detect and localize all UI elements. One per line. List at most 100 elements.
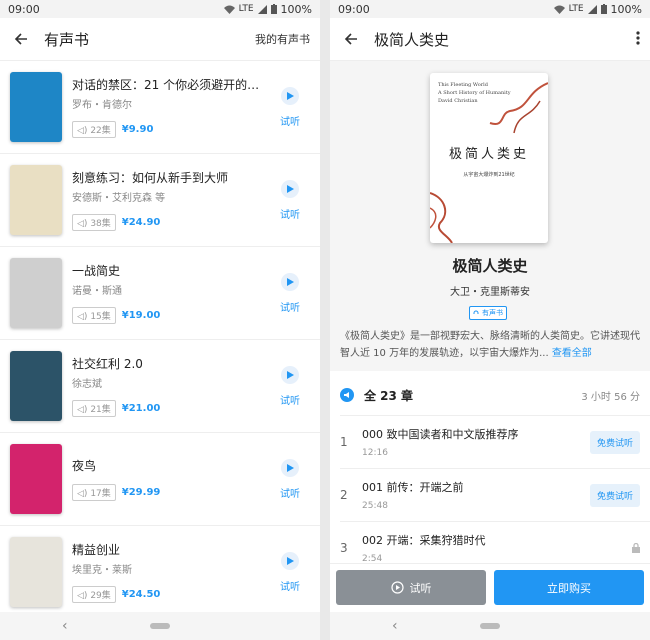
play-button[interactable] <box>281 272 299 291</box>
chapter-row[interactable]: 2 001 前传：开端之前 25:48 免费试听 <box>340 468 650 521</box>
cover-cn-subtitle: 从宇宙大爆炸到21世纪 <box>463 172 515 178</box>
chapter-total: 全 23 章 <box>364 388 414 403</box>
audio-icon: ◁) <box>77 126 88 136</box>
book-list: 对话的禁区：21 个你必须避开的沟通陷阱 罗布・肯德尔 ◁) 22集 ¥9.90… <box>0 61 320 612</box>
status-bar: 09:00 LTE 100% <box>0 0 320 18</box>
cover-en-title: This Fleeting World <box>438 82 488 88</box>
more-vert-icon <box>636 30 640 45</box>
list-item[interactable]: 精益创业 埃里克・莱斯 ◁) 29集 ¥24.50 试听 <box>0 526 320 612</box>
book-description: 《极简人类史》是一部视野宏大、脉络清晰的人类简史。它讲述现代智人近 10 万年的… <box>340 328 640 362</box>
chapter-row[interactable]: 1 000 致中国读者和中文版推荐序 12:16 免费试听 <box>340 415 650 468</box>
app-bar: 有声书 我的有声书 <box>0 18 320 61</box>
book-author: 罗布・肯德尔 <box>72 100 132 111</box>
book-title: 刻意练习：如何从新手到大师 <box>72 171 229 185</box>
book-cover <box>10 444 62 514</box>
play-button[interactable] <box>281 551 299 570</box>
view-all-link[interactable]: 查看全部 <box>552 348 592 359</box>
book-cover <box>10 351 62 421</box>
book-cover <box>10 72 62 142</box>
chapter-number: 2 <box>340 488 348 502</box>
nav-back-icon[interactable]: ‹ <box>62 618 68 634</box>
try-listen-label[interactable]: 试听 <box>280 206 300 221</box>
book-detail-screen: 09:00 LTE 100% 极简人类史 This Fleeting World… <box>330 0 650 640</box>
wifi-icon <box>223 5 235 14</box>
book-hero: This Fleeting World A Short History of H… <box>330 61 650 371</box>
book-author: 诺曼・斯通 <box>72 286 122 297</box>
battery-label: 100% <box>280 2 312 16</box>
buy-now-button[interactable]: 立即购买 <box>494 570 644 605</box>
book-title: 极简人类史 <box>452 257 528 275</box>
nav-home-icon[interactable] <box>480 623 500 629</box>
list-item[interactable]: 对话的禁区：21 个你必须避开的沟通陷阱 罗布・肯德尔 ◁) 22集 ¥9.90… <box>0 61 320 154</box>
nav-home-icon[interactable] <box>150 623 170 629</box>
network-label: LTE <box>238 4 254 14</box>
episode-count: ◁) 29集 <box>72 586 116 603</box>
try-listen-control[interactable]: 试听 <box>270 551 310 593</box>
book-cover <box>10 258 62 328</box>
nav-bar: ‹ <box>0 612 320 640</box>
arrow-left-icon <box>344 33 357 45</box>
book-author: 安德斯・艾利克森 等 <box>72 193 166 204</box>
more-menu-button[interactable] <box>636 30 640 48</box>
my-audiobooks-link[interactable]: 我的有声书 <box>255 31 310 47</box>
book-title: 社交红利 2.0 <box>72 357 143 371</box>
book-title: 一战简史 <box>72 264 121 278</box>
book-price: ¥29.99 <box>121 487 161 498</box>
status-time: 09:00 <box>338 2 370 16</box>
chapter-number: 1 <box>340 435 348 449</box>
play-icon <box>286 91 294 100</box>
lock-icon <box>632 543 640 553</box>
free-trial-button[interactable]: 免费试听 <box>589 483 640 507</box>
list-item[interactable]: 刻意练习：如何从新手到大师 安德斯・艾利克森 等 ◁) 38集 ¥24.90 试… <box>0 154 320 247</box>
episode-count: ◁) 15集 <box>72 307 116 324</box>
play-button[interactable] <box>281 86 299 105</box>
headphones-icon <box>473 310 479 314</box>
play-button[interactable] <box>281 458 299 477</box>
book-price: ¥19.00 <box>121 310 161 321</box>
audio-icon: ◁) <box>77 312 88 322</box>
status-time: 09:00 <box>8 2 40 16</box>
try-listen-control[interactable]: 试听 <box>270 179 310 221</box>
audio-icon: ◁) <box>77 591 88 601</box>
try-listen-control[interactable]: 试听 <box>270 272 310 314</box>
back-button[interactable] <box>10 28 32 50</box>
book-price: ¥21.00 <box>121 403 161 414</box>
book-title: 对话的禁区：21 个你必须避开的沟通陷阱 <box>72 78 270 92</box>
app-bar: 极简人类史 <box>330 18 650 61</box>
play-button[interactable] <box>281 365 299 384</box>
signal-icon <box>587 4 597 14</box>
signal-icon <box>257 4 267 14</box>
play-circle-icon <box>390 581 404 594</box>
try-listen-label[interactable]: 试听 <box>280 578 300 593</box>
audio-icon: ◁) <box>77 405 88 415</box>
nav-back-icon[interactable]: ‹ <box>392 618 398 634</box>
list-item[interactable]: 社交红利 2.0 徐志斌 ◁) 21集 ¥21.00 试听 <box>0 340 320 433</box>
chapter-number: 3 <box>340 541 348 555</box>
back-button[interactable] <box>340 28 362 50</box>
try-listen-label[interactable]: 试听 <box>280 485 300 500</box>
list-item[interactable]: 一战简史 诺曼・斯通 ◁) 15集 ¥19.00 试听 <box>0 247 320 340</box>
book-cover <box>10 165 62 235</box>
chapter-title: 001 前传：开端之前 <box>362 481 464 494</box>
play-button[interactable] <box>281 179 299 198</box>
try-listen-label[interactable]: 试听 <box>280 392 300 407</box>
arrow-left-icon <box>14 33 27 45</box>
try-listen-control[interactable]: 试听 <box>270 365 310 407</box>
free-trial-button[interactable]: 免费试听 <box>589 430 640 454</box>
chapter-header: 全 23 章 3 小时 56 分 <box>330 375 650 415</box>
list-item[interactable]: 夜鸟 ◁) 17集 ¥29.99 试听 <box>0 433 320 526</box>
book-price: ¥24.50 <box>121 589 161 600</box>
try-listen-label[interactable]: 试听 <box>280 113 300 128</box>
chapter-row[interactable]: 3 002 开端：采集狩猎时代 2:54 <box>340 521 650 563</box>
book-author: 徐志斌 <box>72 379 102 390</box>
episode-count: ◁) 21集 <box>72 400 116 417</box>
chapter-list: 全 23 章 3 小时 56 分 1 000 致中国读者和中文版推荐序 12:1… <box>330 375 650 563</box>
try-listen-control[interactable]: 试听 <box>270 86 310 128</box>
try-listen-button[interactable]: 试听 <box>336 570 486 605</box>
bottom-action-bar: 试听 立即购买 <box>330 563 650 611</box>
chapter-duration: 12:16 <box>362 448 388 458</box>
cover-en-subtitle: A Short History of Humanity <box>438 90 511 96</box>
book-author[interactable]: 大卫・克里斯蒂安 <box>330 283 650 298</box>
try-listen-label[interactable]: 试听 <box>280 299 300 314</box>
try-listen-control[interactable]: 试听 <box>270 458 310 500</box>
